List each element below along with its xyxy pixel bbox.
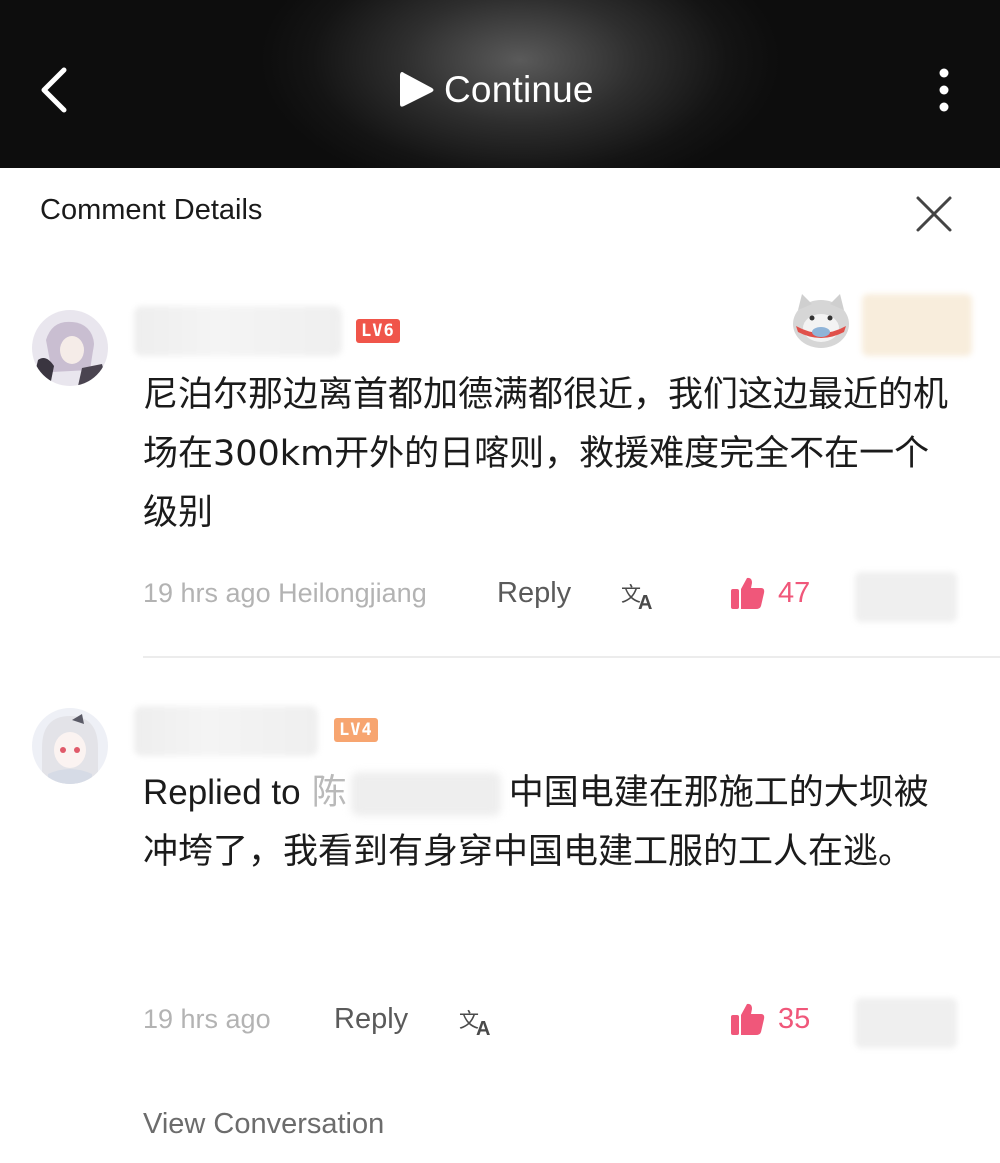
avatar-image (32, 708, 108, 784)
reply-button[interactable]: Reply (497, 577, 571, 610)
comment-meta: 19 hrs ago Heilongjiang (143, 578, 427, 609)
like-count: 35 (778, 1002, 811, 1035)
chevron-left-icon (41, 67, 67, 113)
comment-time: 19 hrs ago (143, 578, 271, 608)
replied-to-user-blurred (350, 772, 501, 816)
comment-location: Heilongjiang (278, 578, 427, 608)
replied-to-label: Replied to (143, 773, 301, 812)
play-icon (400, 72, 434, 107)
close-button[interactable] (912, 192, 956, 236)
continue-button[interactable]: Continue (396, 62, 594, 118)
like-button[interactable]: 47 (730, 575, 810, 611)
more-vertical-icon (939, 68, 949, 112)
replied-to-user[interactable]: 陈 (312, 773, 347, 813)
thumbs-up-icon (731, 1003, 765, 1035)
comment-content: Replied to 陈中国电建在那施工的大坝被冲垮了，我看到有身穿中国电建工服… (143, 763, 963, 882)
avatar-image (32, 310, 108, 386)
svg-text:A: A (638, 592, 652, 611)
more-options-button[interactable] (928, 66, 960, 116)
video-header: Continue (0, 0, 1000, 168)
divider (143, 656, 1000, 658)
translate-icon: 文 A (459, 1008, 490, 1040)
comment-meta: 19 hrs ago (143, 1004, 271, 1035)
like-count: 47 (778, 576, 811, 609)
translate-icon: 文 A (621, 582, 652, 614)
close-icon (916, 196, 952, 232)
translate-button[interactable]: 文 A (458, 1005, 496, 1040)
back-button[interactable] (34, 60, 78, 120)
level-badge: LV6 (356, 319, 400, 343)
level-badge: LV4 (334, 718, 378, 742)
like-button[interactable]: 35 (730, 1001, 810, 1037)
translate-button[interactable]: 文 A (620, 579, 658, 614)
username[interactable] (134, 706, 318, 756)
dislike-button[interactable] (855, 572, 957, 622)
sticker-blurred (862, 294, 972, 356)
dislike-button[interactable] (855, 998, 957, 1048)
thumbs-up-icon (731, 577, 765, 609)
view-conversation-link[interactable]: View Conversation (143, 1108, 384, 1141)
avatar[interactable] (32, 310, 108, 386)
comment-content: 尼泊尔那边离首都加德满都很近，我们这边最近的机场在300km开外的日喀则，救援难… (143, 375, 949, 533)
sticker-icon (786, 288, 856, 354)
reply-button[interactable]: Reply (334, 1003, 408, 1036)
comment-time: 19 hrs ago (143, 1004, 271, 1034)
avatar[interactable] (32, 708, 108, 784)
svg-text:A: A (476, 1018, 490, 1037)
sheet-title: Comment Details (40, 194, 263, 226)
username[interactable] (134, 306, 342, 356)
continue-label: Continue (444, 69, 594, 110)
